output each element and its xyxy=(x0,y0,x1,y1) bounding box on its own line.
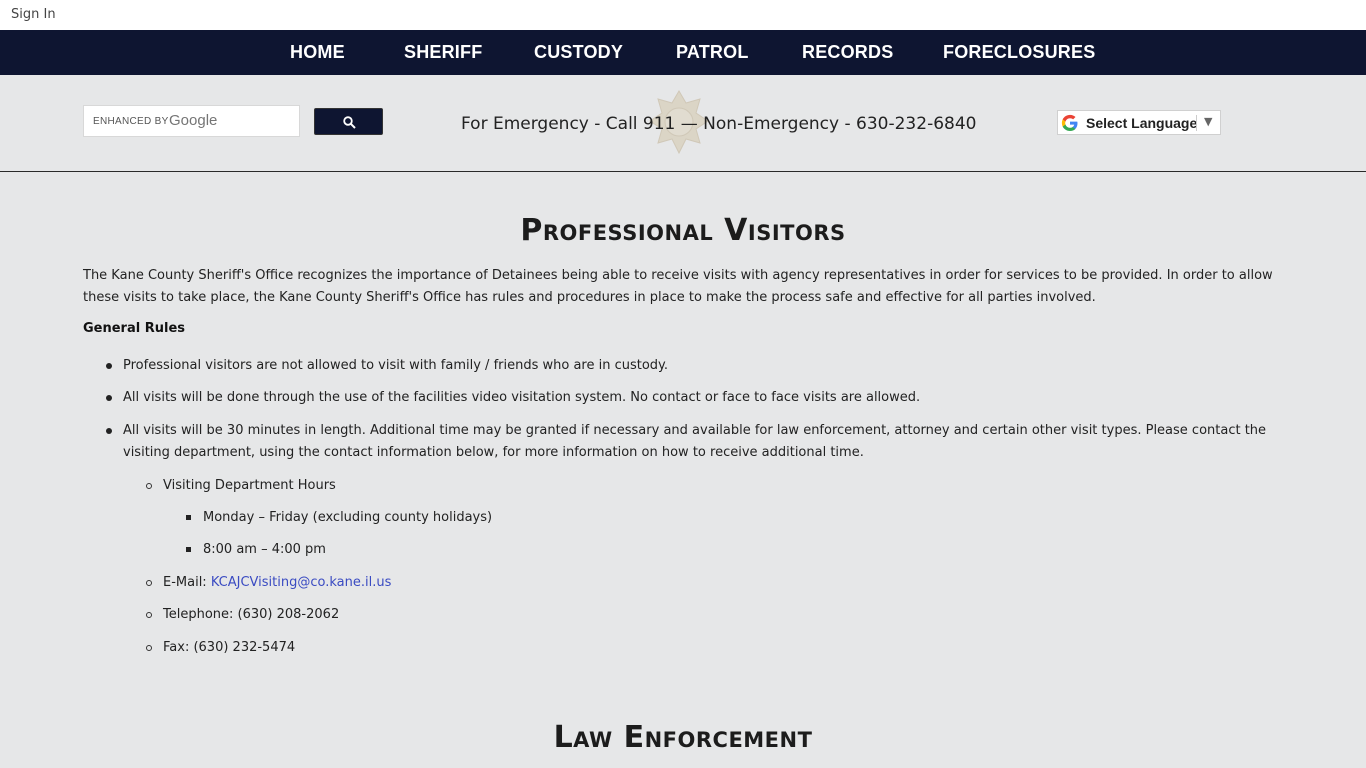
list-bullet xyxy=(106,363,112,369)
telephone-item: Telephone: (630) 208-2062 xyxy=(163,607,340,622)
nav-item-sheriff[interactable]: SHERIFF xyxy=(404,42,482,63)
google-logo: Google xyxy=(169,112,218,129)
general-rules-heading: General Rules xyxy=(83,321,186,336)
language-select[interactable]: Select Language ▼ xyxy=(1057,110,1221,135)
sign-in-link[interactable]: Sign In xyxy=(11,7,56,22)
chevron-down-icon: ▼ xyxy=(1204,115,1213,128)
nav-item-custody[interactable]: CUSTODY xyxy=(534,42,623,63)
top-bar: Sign In xyxy=(0,0,1366,30)
visiting-hours-days: Monday – Friday (excluding county holida… xyxy=(203,510,493,525)
search-brand-prefix: ENHANCED BY xyxy=(93,116,169,127)
main-nav: HOME SHERIFF CUSTODY PATROL RECORDS FORE… xyxy=(0,30,1366,75)
fax-item: Fax: (630) 232-5474 xyxy=(163,640,296,655)
google-g-icon xyxy=(1061,114,1078,131)
language-select-divider xyxy=(1196,115,1197,131)
intro-paragraph: The Kane County Sheriff's Office recogni… xyxy=(83,268,1273,305)
email-link[interactable]: KCAJCVisiting@co.kane.il.us xyxy=(211,575,392,590)
list-bullet xyxy=(106,395,112,401)
law-enforcement-heading: Law Enforcement xyxy=(553,720,813,755)
language-select-label: Select Language xyxy=(1086,115,1198,131)
email-label: E-Mail: xyxy=(163,575,211,590)
list-item: Professional visitors are not allowed to… xyxy=(123,358,669,373)
nav-item-records[interactable]: RECORDS xyxy=(802,42,893,63)
list-bullet xyxy=(146,612,152,618)
nav-item-home[interactable]: HOME xyxy=(290,42,345,63)
header-tools: ENHANCED BY Google For Emergency - Call … xyxy=(0,75,1366,172)
list-item: All visits will be done through the use … xyxy=(123,390,921,405)
search-input[interactable]: ENHANCED BY Google xyxy=(83,105,300,137)
list-bullet xyxy=(186,547,191,552)
visiting-hours-label: Visiting Department Hours xyxy=(163,478,336,493)
search-button[interactable] xyxy=(314,108,383,135)
search-icon xyxy=(343,116,356,129)
list-bullet xyxy=(146,483,152,489)
list-bullet xyxy=(146,645,152,651)
emergency-contact: For Emergency - Call 911 — Non-Emergency… xyxy=(461,114,977,134)
list-bullet xyxy=(146,580,152,586)
list-item: All visits will be 30 minutes in length.… xyxy=(123,423,1267,460)
nav-item-patrol[interactable]: PATROL xyxy=(676,42,749,63)
nav-item-foreclosures[interactable]: FORECLOSURES xyxy=(943,42,1095,63)
email-item: E-Mail: KCAJCVisiting@co.kane.il.us xyxy=(163,572,391,594)
list-bullet xyxy=(186,515,191,520)
list-bullet xyxy=(106,428,112,434)
visiting-hours-time: 8:00 am – 4:00 pm xyxy=(203,542,326,557)
page-title: Professional Visitors xyxy=(520,213,846,248)
